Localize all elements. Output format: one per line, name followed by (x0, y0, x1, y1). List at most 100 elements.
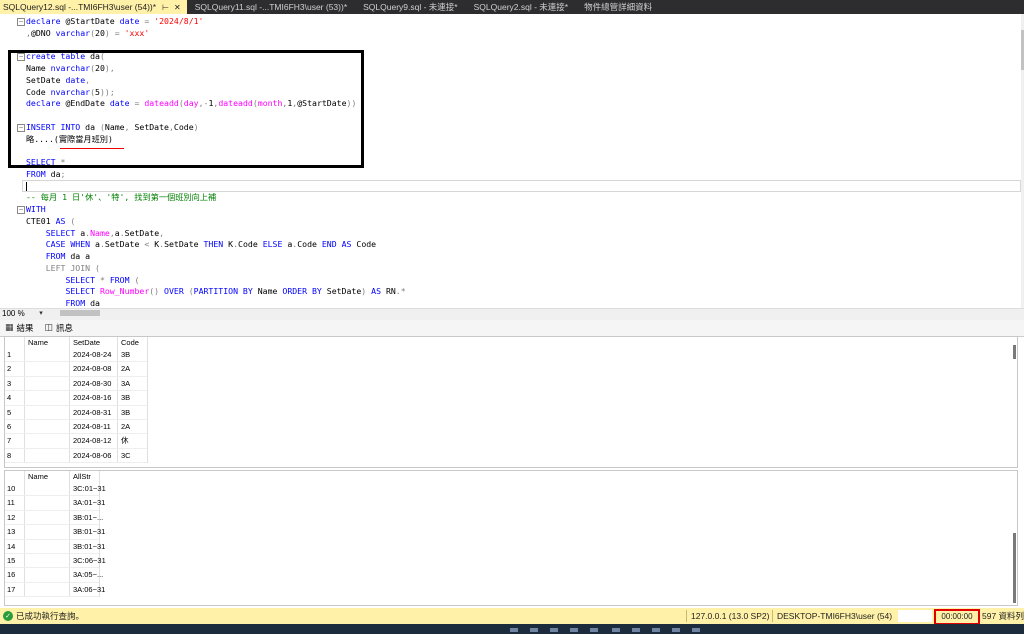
table-cell[interactable]: 3A:06~31 (73, 583, 105, 596)
row-number[interactable]: 8 (7, 449, 11, 462)
table-cell[interactable]: 2024-08-11 (73, 420, 111, 433)
code-line: FROM da (26, 298, 100, 308)
collapse-region-icon[interactable]: − (17, 18, 25, 26)
code-token: THEN (203, 239, 229, 250)
row-number[interactable]: 2 (7, 362, 11, 375)
collapse-region-icon[interactable]: − (17, 123, 25, 132)
query-editor[interactable]: declare @StartDate date = '2024/8/1' ,@DN… (0, 14, 1024, 308)
status-message: 已成功執行查詢。 (16, 611, 85, 621)
code-token: da (90, 51, 100, 62)
pin-icon[interactable]: ⊢ (162, 3, 169, 12)
collapse-region-icon[interactable]: − (17, 53, 25, 62)
row-number[interactable]: 13 (7, 525, 15, 538)
editor-horizontal-scrollbar[interactable] (0, 308, 1024, 320)
table-cell[interactable]: 3C (121, 449, 131, 462)
code-token: ( (95, 262, 100, 273)
taskbar-app-icon[interactable] (510, 628, 518, 632)
column-header[interactable]: SetDate (73, 338, 100, 348)
taskbar-app-icon[interactable] (530, 628, 538, 632)
taskbar-app-icon[interactable] (632, 628, 640, 632)
table-cell[interactable]: 休 (121, 434, 129, 447)
column-header[interactable]: Code (121, 338, 139, 348)
code-token: SetDate (104, 239, 145, 250)
code-token: RN (385, 286, 396, 297)
document-tab-3[interactable]: SQLQuery9.sql - 未連接* (355, 0, 465, 14)
table-cell[interactable]: 3B (121, 406, 130, 419)
table-cell[interactable]: 2024-08-08 (73, 362, 111, 375)
table-cell[interactable]: 3C:01~31 (73, 482, 106, 495)
row-number[interactable]: 11 (7, 496, 15, 509)
code-token: ) (361, 286, 372, 297)
taskbar-app-icon[interactable] (570, 628, 578, 632)
zoom-dropdown-arrow-icon[interactable]: ▾ (36, 308, 46, 319)
row-number[interactable]: 1 (7, 348, 11, 361)
row-number[interactable]: 14 (7, 540, 15, 553)
code-line: FROM da a (26, 251, 90, 263)
tab-results[interactable]: ▦ 結果 (0, 320, 40, 336)
table-cell[interactable]: 3B (121, 391, 130, 404)
connection-user: DESKTOP-TMI6FH3\user (54) (777, 611, 893, 621)
row-number[interactable]: 5 (7, 406, 11, 419)
code-line: Name nvarchar(20), (26, 63, 115, 75)
row-number[interactable]: 3 (7, 377, 11, 390)
document-tab-1[interactable]: SQLQuery12.sql -...TMI6FH3\user (54))* ⊢ ✕ (0, 0, 187, 14)
code-token: 'xxx' (124, 27, 150, 38)
taskbar-app-icon[interactable] (612, 628, 620, 632)
results-grid-2[interactable]: Name AllStr 10 3C:01~31 11 3A:01~31 12 3B:01~..… (4, 470, 1018, 606)
table-cell[interactable]: 3A (121, 377, 130, 390)
results-grid-1[interactable]: Name SetDate Code 1 2024-08-24 3B 2 2024-08-08 2… (4, 336, 1018, 468)
column-header[interactable]: Name (28, 472, 48, 482)
column-separator (117, 337, 118, 464)
document-tab-2[interactable]: SQLQuery11.sql -...TMI6FH3\user (53))* (187, 0, 355, 14)
table-cell[interactable]: 2024-08-16 (73, 391, 111, 404)
row-number[interactable]: 12 (7, 511, 15, 524)
code-line: SetDate date, (26, 75, 90, 87)
code-token: Code (173, 121, 194, 132)
table-cell[interactable]: 3B:01~31 (73, 525, 105, 538)
table-cell[interactable]: 2024-08-12 (73, 434, 111, 447)
table-cell[interactable]: 2024-08-24 (73, 348, 111, 361)
table-cell[interactable]: 3B:01~... (73, 511, 103, 524)
row-number[interactable]: 7 (7, 434, 11, 447)
table-cell[interactable]: 3B:01~31 (73, 540, 105, 553)
table-cell[interactable]: 3C:06~31 (73, 554, 106, 567)
table-cell[interactable]: 2024-08-06 (73, 449, 111, 462)
code-line: declare @EndDate date = dateadd(day,-1,d… (26, 98, 356, 110)
code-token: 20 (95, 27, 105, 38)
zoom-level[interactable]: 100 % (0, 308, 25, 319)
code-token: @DNO (30, 27, 56, 38)
taskbar-app-icon[interactable] (692, 628, 700, 632)
document-tab-4[interactable]: SQLQuery2.sql - 未連接* (466, 0, 576, 14)
table-cell[interactable]: 3A:05~... (73, 568, 103, 581)
taskbar-app-icon[interactable] (652, 628, 660, 632)
taskbar-app-icon[interactable] (590, 628, 598, 632)
document-tab-5[interactable]: 物件總管詳細資料 (576, 0, 660, 14)
table-cell[interactable]: 3B (121, 348, 130, 361)
row-number[interactable]: 4 (7, 391, 11, 404)
grid-scrollbar-thumb[interactable] (1013, 345, 1016, 359)
tab-messages[interactable]: ◫ 訊息 (40, 320, 80, 336)
close-icon[interactable]: ✕ (174, 3, 181, 12)
row-number[interactable]: 16 (7, 568, 15, 581)
tab-messages-label: 訊息 (56, 323, 74, 333)
table-cell[interactable]: 2024-08-31 (73, 406, 111, 419)
table-cell[interactable]: 2024-08-30 (73, 377, 111, 390)
row-number[interactable]: 6 (7, 420, 11, 433)
taskbar-app-icon[interactable] (672, 628, 680, 632)
column-header[interactable]: AllStr (73, 472, 91, 482)
code-token: Name (257, 286, 283, 297)
row-number[interactable]: 15 (7, 554, 15, 567)
code-token: varchar (55, 27, 91, 38)
taskbar-app-icon[interactable] (550, 628, 558, 632)
code-token: date (119, 16, 145, 26)
column-header[interactable]: Name (28, 338, 48, 348)
grid-scrollbar-thumb[interactable] (1013, 533, 1016, 603)
table-cell[interactable]: 2A (121, 420, 130, 433)
row-number[interactable]: 10 (7, 482, 15, 495)
row-number[interactable]: 17 (7, 583, 15, 596)
table-cell[interactable]: 2A (121, 362, 130, 375)
horizontal-scrollbar-thumb[interactable] (60, 310, 100, 316)
row-divider (5, 462, 147, 464)
table-cell[interactable]: 3A:01~31 (73, 496, 105, 509)
collapse-region-icon[interactable]: − (17, 206, 25, 214)
